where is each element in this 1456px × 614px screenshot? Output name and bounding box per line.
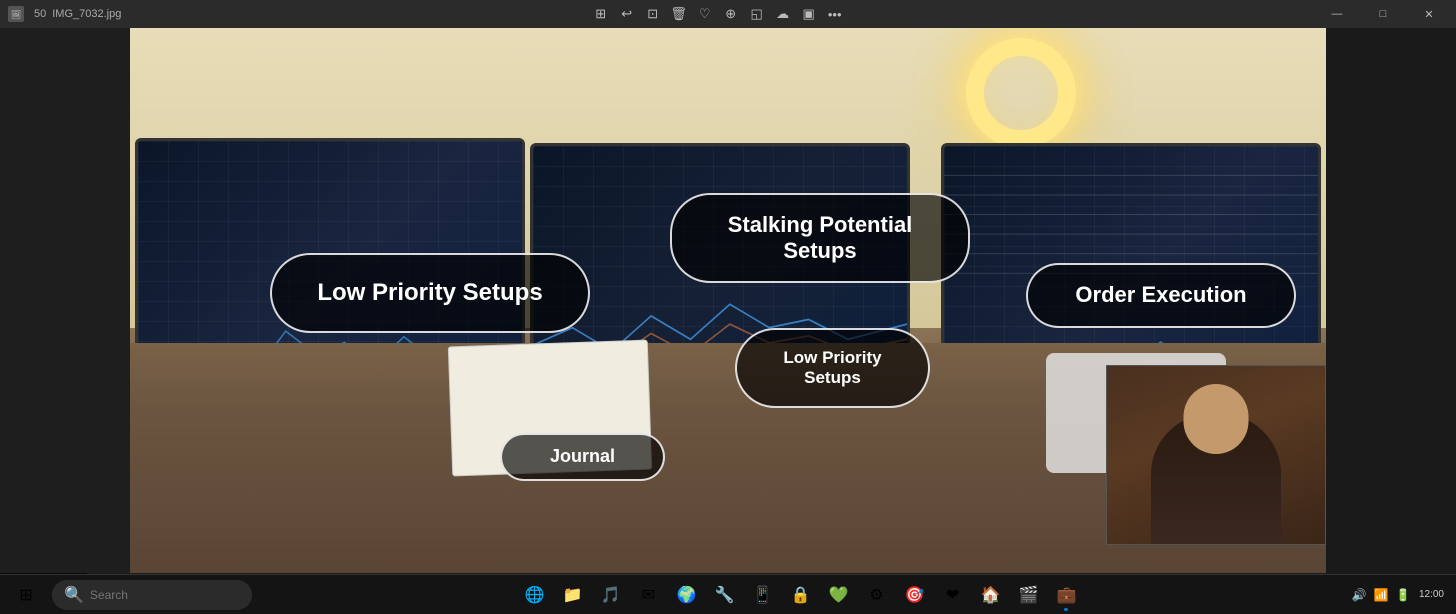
network-icon[interactable]: 📶 <box>1371 581 1391 609</box>
taskbar-app-15[interactable]: 💼 <box>1048 577 1084 613</box>
person-head <box>1184 384 1249 454</box>
titlebar-icon-6[interactable]: ⊕ <box>723 6 739 22</box>
titlebar-icon-7[interactable]: ◱ <box>749 6 765 22</box>
webcam-person <box>1107 366 1325 544</box>
battery-icon[interactable]: 🔋 <box>1393 581 1413 609</box>
taskbar-app-2[interactable]: 📁 <box>554 577 590 613</box>
taskbar-right: 🔊 📶 🔋 12:00 <box>1349 581 1456 609</box>
clock[interactable]: 12:00 <box>1415 581 1448 609</box>
ring-light <box>966 38 1076 148</box>
minimize-button[interactable]: — <box>1314 0 1360 28</box>
zoom-indicator: 50 <box>34 8 46 20</box>
start-button[interactable]: ⊞ <box>8 577 44 613</box>
taskbar-center: 🌐 📁 🎵 ✉ 🌍 🔧 📱 🔒 💚 ⚙ 🎯 ❤ 🏠 🎬 💼 <box>252 577 1349 613</box>
taskbar-app-4[interactable]: ✉ <box>630 577 666 613</box>
search-icon: 🔍 <box>64 585 84 605</box>
taskbar-app-10[interactable]: ⚙ <box>858 577 894 613</box>
journal-label: Journal <box>500 433 665 481</box>
app-icon: 🖼 <box>8 6 24 22</box>
low-priority-center-text: Low PrioritySetups <box>783 348 881 389</box>
taskbar-app-11[interactable]: 🎯 <box>896 577 932 613</box>
cloud-icon[interactable]: ☁ <box>775 6 791 22</box>
taskbar-app-9[interactable]: 💚 <box>820 577 856 613</box>
taskbar-app-6[interactable]: 🔧 <box>706 577 742 613</box>
titlebar-icon-2[interactable]: ↩ <box>619 6 635 22</box>
close-button[interactable]: ✕ <box>1406 0 1452 28</box>
title-bar: 🖼 50 IMG_7032.jpg ⊞ ↩ ⊡ 🗑 ♡ ⊕ ◱ ☁ ▣ ••• … <box>0 0 1456 28</box>
low-priority-center-label: Low PrioritySetups <box>735 328 930 408</box>
search-box[interactable]: 🔍 <box>52 580 252 610</box>
taskbar-app-13[interactable]: 🏠 <box>972 577 1008 613</box>
taskbar-left: ⊞ <box>0 577 52 613</box>
file-name: IMG_7032.jpg <box>52 8 121 20</box>
low-priority-left-label: Low Priority Setups <box>270 253 590 333</box>
titlebar-center: ⊞ ↩ ⊡ 🗑 ♡ ⊕ ◱ ☁ ▣ ••• <box>121 6 1314 22</box>
maximize-button[interactable]: □ <box>1360 0 1406 28</box>
titlebar-icon-1[interactable]: ⊞ <box>593 6 609 22</box>
order-execution-label: Order Execution <box>1026 263 1296 328</box>
taskbar-app-3[interactable]: 🎵 <box>592 577 628 613</box>
titlebar-icon-3[interactable]: ⊡ <box>645 6 661 22</box>
volume-icon[interactable]: 🔊 <box>1349 581 1369 609</box>
titlebar-icon-5[interactable]: ♡ <box>697 6 713 22</box>
left-sidebar <box>0 28 130 573</box>
taskbar-app-7[interactable]: 📱 <box>744 577 780 613</box>
taskbar: ⊞ 🔍 🌐 📁 🎵 ✉ 🌍 🔧 📱 🔒 💚 ⚙ 🎯 ❤ 🏠 🎬 💼 🔊 📶 🔋 … <box>0 574 1456 614</box>
webcam-overlay <box>1106 365 1326 545</box>
stalking-potential-label: Stalking PotentialSetups <box>670 193 970 283</box>
main-image-container: Low Priority Setups Stalking PotentialSe… <box>130 28 1326 573</box>
titlebar-left: 🖼 50 IMG_7032.jpg <box>0 6 121 22</box>
taskbar-app-12[interactable]: ❤ <box>934 577 970 613</box>
taskbar-app-5[interactable]: 🌍 <box>668 577 704 613</box>
titlebar-window-controls: — □ ✕ <box>1314 0 1456 28</box>
titlebar-icon-4[interactable]: 🗑 <box>671 6 687 22</box>
taskbar-app-14[interactable]: 🎬 <box>1010 577 1046 613</box>
titlebar-icon-9[interactable]: ▣ <box>801 6 817 22</box>
more-icon[interactable]: ••• <box>827 6 843 22</box>
stalking-text: Stalking PotentialSetups <box>728 212 913 265</box>
taskbar-app-1[interactable]: 🌐 <box>516 577 552 613</box>
search-input[interactable] <box>90 588 230 602</box>
taskbar-app-8[interactable]: 🔒 <box>782 577 818 613</box>
time-display: 12:00 <box>1419 589 1444 600</box>
